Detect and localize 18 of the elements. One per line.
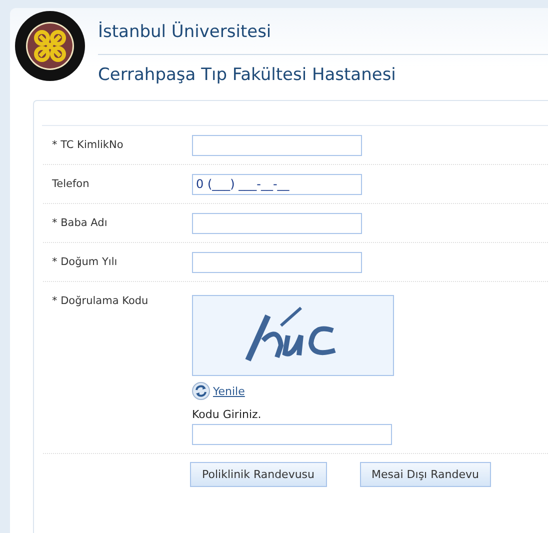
logo-icon (14, 10, 86, 82)
submit-button[interactable]: Poliklinik Randevusu (190, 462, 327, 487)
field-label: * Doğum Yılı (51, 256, 118, 268)
field-label: * TC KimlikNo (51, 139, 124, 151)
submit-button[interactable]: Mesai Dışı Randevu (360, 462, 491, 487)
university-title: İstanbul Üniversitesi (98, 10, 548, 55)
field-label: * Doğrulama Kodu (51, 295, 150, 307)
code-prompt: Kodu Giriniz. (192, 408, 262, 421)
input-field[interactable] (192, 134, 362, 156)
refresh-link[interactable]: Yenile (213, 384, 245, 398)
input-field[interactable]: 0 (___) ___-__-__ (192, 174, 362, 194)
field-label: * Baba Adı (51, 217, 108, 229)
hospital-title: Cerrahpaşa Tıp Fakültesi Hastanesi (98, 64, 397, 85)
field-label: Telefon (51, 178, 90, 190)
input-field[interactable] (192, 252, 362, 272)
input-field[interactable] (192, 212, 362, 234)
code-input-field[interactable] (192, 424, 392, 445)
refresh-icon[interactable] (192, 382, 210, 400)
